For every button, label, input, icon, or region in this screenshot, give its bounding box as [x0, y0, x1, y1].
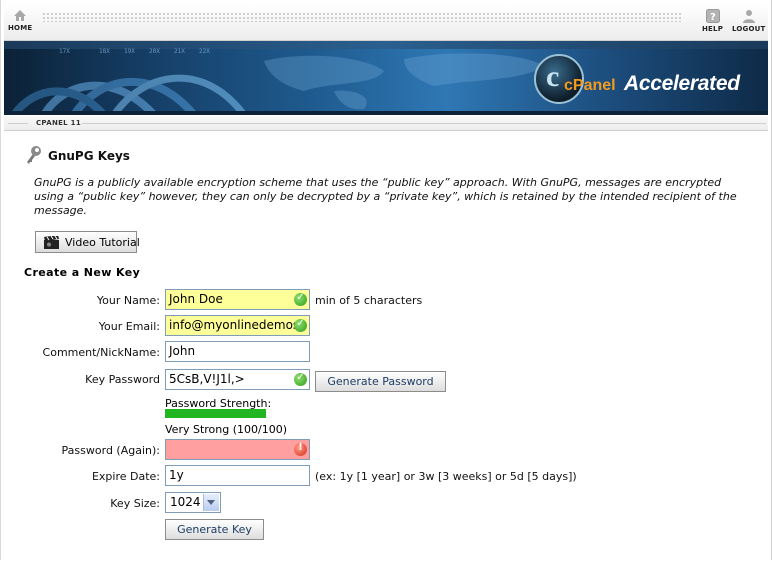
comment-field[interactable]: John [165, 341, 310, 362]
key-size-value: 1024 [170, 495, 201, 509]
video-tutorial-button[interactable]: Video Tutorial [35, 231, 140, 253]
name-field[interactable]: John Doe ✓ [165, 289, 310, 310]
svg-text:18X: 18X [99, 48, 110, 55]
expire-date-field[interactable]: 1y [165, 465, 310, 486]
page-title: GnuPG Keys [48, 149, 130, 163]
comment-value: John [169, 344, 196, 358]
section-title: Create a New Key [24, 266, 141, 279]
comment-label: Comment/NickName: [42, 346, 160, 359]
name-value: John Doe [169, 292, 223, 306]
divider [82, 123, 766, 124]
email-value: info@myonlinedemos [169, 318, 300, 332]
svg-text:?: ? [710, 12, 716, 23]
page-description: GnuPG is a publicly available encryption… [34, 176, 737, 217]
home-link[interactable]: HOME [8, 9, 32, 32]
help-link[interactable]: ? HELP [702, 9, 723, 33]
generate-password-button[interactable]: Generate Password [315, 371, 446, 392]
logout-icon [742, 10, 755, 23]
cpanel-banner: 17X 18X 19X 20X 21X 22X c cPanel Accelerated [4, 41, 768, 115]
logo-letter: c [546, 60, 560, 93]
name-label: Your Name: [96, 294, 160, 307]
dotted-decoration [42, 12, 682, 22]
expire-date-label: Expire Date: [91, 470, 160, 483]
svg-text:21X: 21X [174, 48, 185, 55]
cpanel-logo: c cPanel Accelerated [526, 50, 746, 106]
generate-key-button[interactable]: Generate Key [165, 519, 264, 540]
password-again-field[interactable]: ! [165, 439, 310, 460]
svg-text:17X: 17X [59, 48, 70, 55]
expire-date-hint: (ex: 1y [1 year] or 3w [3 weeks] or 5d [… [315, 470, 577, 483]
chevron-down-icon[interactable] [203, 494, 219, 511]
exclamation-circle-icon: ! [294, 442, 307, 456]
svg-text:20X: 20X [149, 48, 160, 55]
divider [8, 123, 28, 124]
key-size-select[interactable]: 1024 [165, 492, 221, 513]
check-circle-icon: ✓ [294, 292, 307, 306]
logout-link[interactable]: LOGOUT [732, 9, 766, 33]
password-value: 5CsB,V!J1l,> [169, 372, 245, 386]
logo-accelerated-text: Accelerated [624, 72, 740, 95]
home-label: HOME [8, 24, 33, 32]
help-label: HELP [702, 25, 724, 33]
password-label: Key Password [85, 373, 160, 386]
name-hint: min of 5 characters [315, 294, 423, 307]
key-size-label: Key Size: [110, 497, 160, 510]
check-circle-icon: ✓ [294, 318, 307, 332]
svg-text:22X: 22X [199, 48, 210, 55]
film-clapper-icon [44, 236, 59, 249]
email-label: Your Email: [98, 320, 160, 333]
video-tutorial-label: Video Tutorial [65, 236, 140, 249]
expire-date-value: 1y [169, 468, 184, 482]
version-strip: CPANEL 11 [4, 116, 768, 131]
email-field[interactable]: info@myonlinedemos ✓ [165, 315, 310, 336]
password-field[interactable]: 5CsB,V!J1l,> ✓ [165, 369, 310, 390]
logout-label: LOGOUT [732, 25, 766, 33]
password-strength-text: Very Strong (100/100) [165, 423, 288, 436]
banner-bottom-stripe [4, 111, 768, 115]
home-icon [14, 10, 27, 21]
password-strength-bar [165, 409, 266, 418]
version-label: CPANEL 11 [36, 119, 82, 127]
password-again-label: Password (Again): [61, 444, 160, 457]
top-navigation: HOME ? HELP LOGOUT [4, 4, 768, 41]
svg-text:19X: 19X [124, 48, 135, 55]
key-icon [27, 146, 41, 164]
help-icon: ? [705, 9, 720, 23]
logo-cpanel-text: cPanel [564, 77, 616, 94]
check-circle-icon: ✓ [294, 372, 307, 386]
